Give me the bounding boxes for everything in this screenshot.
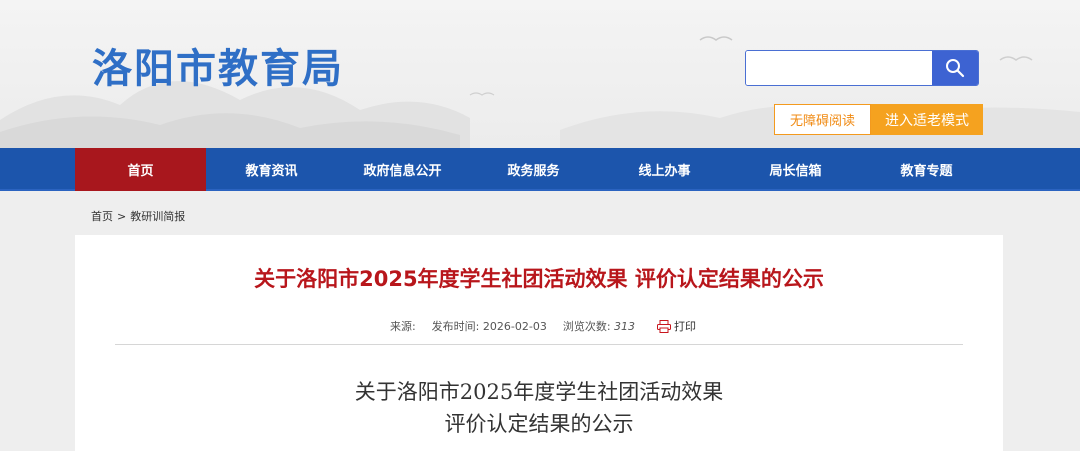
article-title: 关于洛阳市2025年度学生社团活动效果 评价认定结果的公示 [254,267,824,291]
search-box [745,50,979,86]
publish-date: 2026-02-03 [482,320,547,333]
views-value: 313 [614,320,636,333]
print-button[interactable]: 打印 [657,318,696,334]
divider [115,344,963,345]
breadcrumb-home[interactable]: 首页 [91,210,113,223]
publish-label: 发布时间: [431,320,480,333]
print-label: 打印 [674,320,697,333]
article-body-title: 关于洛阳市2025年度学生社团活动效果 评价认定结果的公示 [75,376,1003,440]
nav-item-gov-info[interactable]: 政府信息公开 [337,148,468,191]
source-label: 来源: [389,320,416,333]
article-container: 关于洛阳市2025年度学生社团活动效果 评价认定结果的公示 来源: 发布时间: … [75,235,1003,451]
article-meta: 来源: 发布时间: 2026-02-03 浏览次数: 313 打印 [75,318,1003,334]
accessible-reading-button[interactable]: 无障碍阅读 [774,104,871,135]
nav-item-director-mailbox[interactable]: 局长信箱 [730,148,861,191]
site-logo-title[interactable]: 洛阳市教育局 [92,36,344,94]
views-label: 浏览次数: [562,320,611,333]
search-icon [946,59,965,78]
printer-icon [657,319,672,333]
nav-item-education-news[interactable]: 教育资讯 [206,148,337,191]
search-button[interactable] [932,51,978,85]
search-input[interactable] [746,51,932,85]
body-title-line-1: 关于洛阳市2025年度学生社团活动效果 [354,380,724,404]
breadcrumb: 首页 > 教研训简报 [91,208,185,224]
body-title-line-2: 评价认定结果的公示 [444,412,634,436]
view-count: 浏览次数: 313 [563,318,635,334]
publish-time: 发布时间: 2026-02-03 [432,318,547,334]
nav-item-education-topics[interactable]: 教育专题 [861,148,992,191]
nav-item-online-services[interactable]: 线上办事 [599,148,730,191]
site-header: 洛阳市教育局 无障碍阅读 进入适老模式 [0,0,1080,148]
main-nav: 首页 教育资讯 政府信息公开 政务服务 线上办事 局长信箱 教育专题 [0,148,1080,191]
elder-mode-button[interactable]: 进入适老模式 [871,104,983,135]
breadcrumb-separator: > [117,210,127,223]
breadcrumb-current[interactable]: 教研训简报 [130,210,185,223]
nav-item-home[interactable]: 首页 [75,148,206,191]
nav-item-gov-services[interactable]: 政务服务 [468,148,599,191]
